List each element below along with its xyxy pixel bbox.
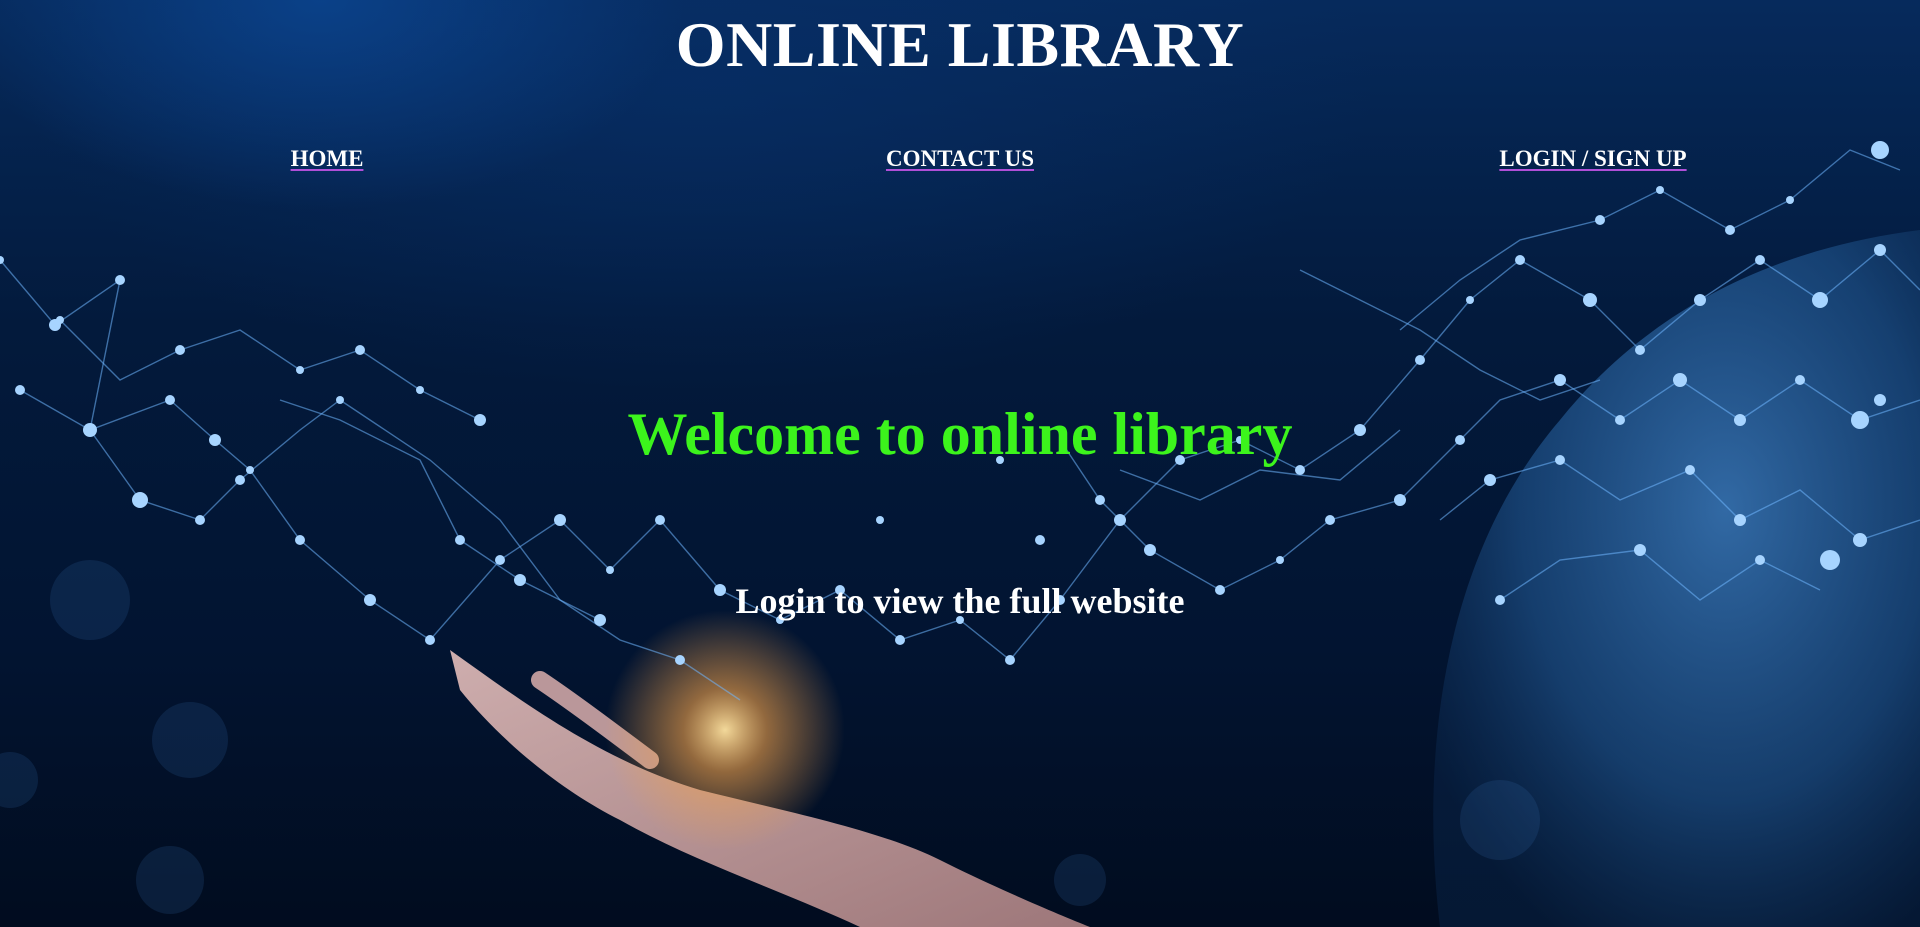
nav-login-link[interactable]: LOGIN / SIGN UP bbox=[1499, 146, 1686, 172]
main-nav: HOME CONTACT US LOGIN / SIGN UP bbox=[0, 146, 1920, 176]
login-prompt-text: Login to view the full website bbox=[735, 581, 1185, 621]
nav-contact-link[interactable]: CONTACT US bbox=[886, 146, 1034, 172]
site-title: ONLINE LIBRARY bbox=[675, 9, 1245, 80]
nav-home-link[interactable]: HOME bbox=[291, 146, 364, 172]
welcome-heading: Welcome to online library bbox=[627, 401, 1293, 467]
